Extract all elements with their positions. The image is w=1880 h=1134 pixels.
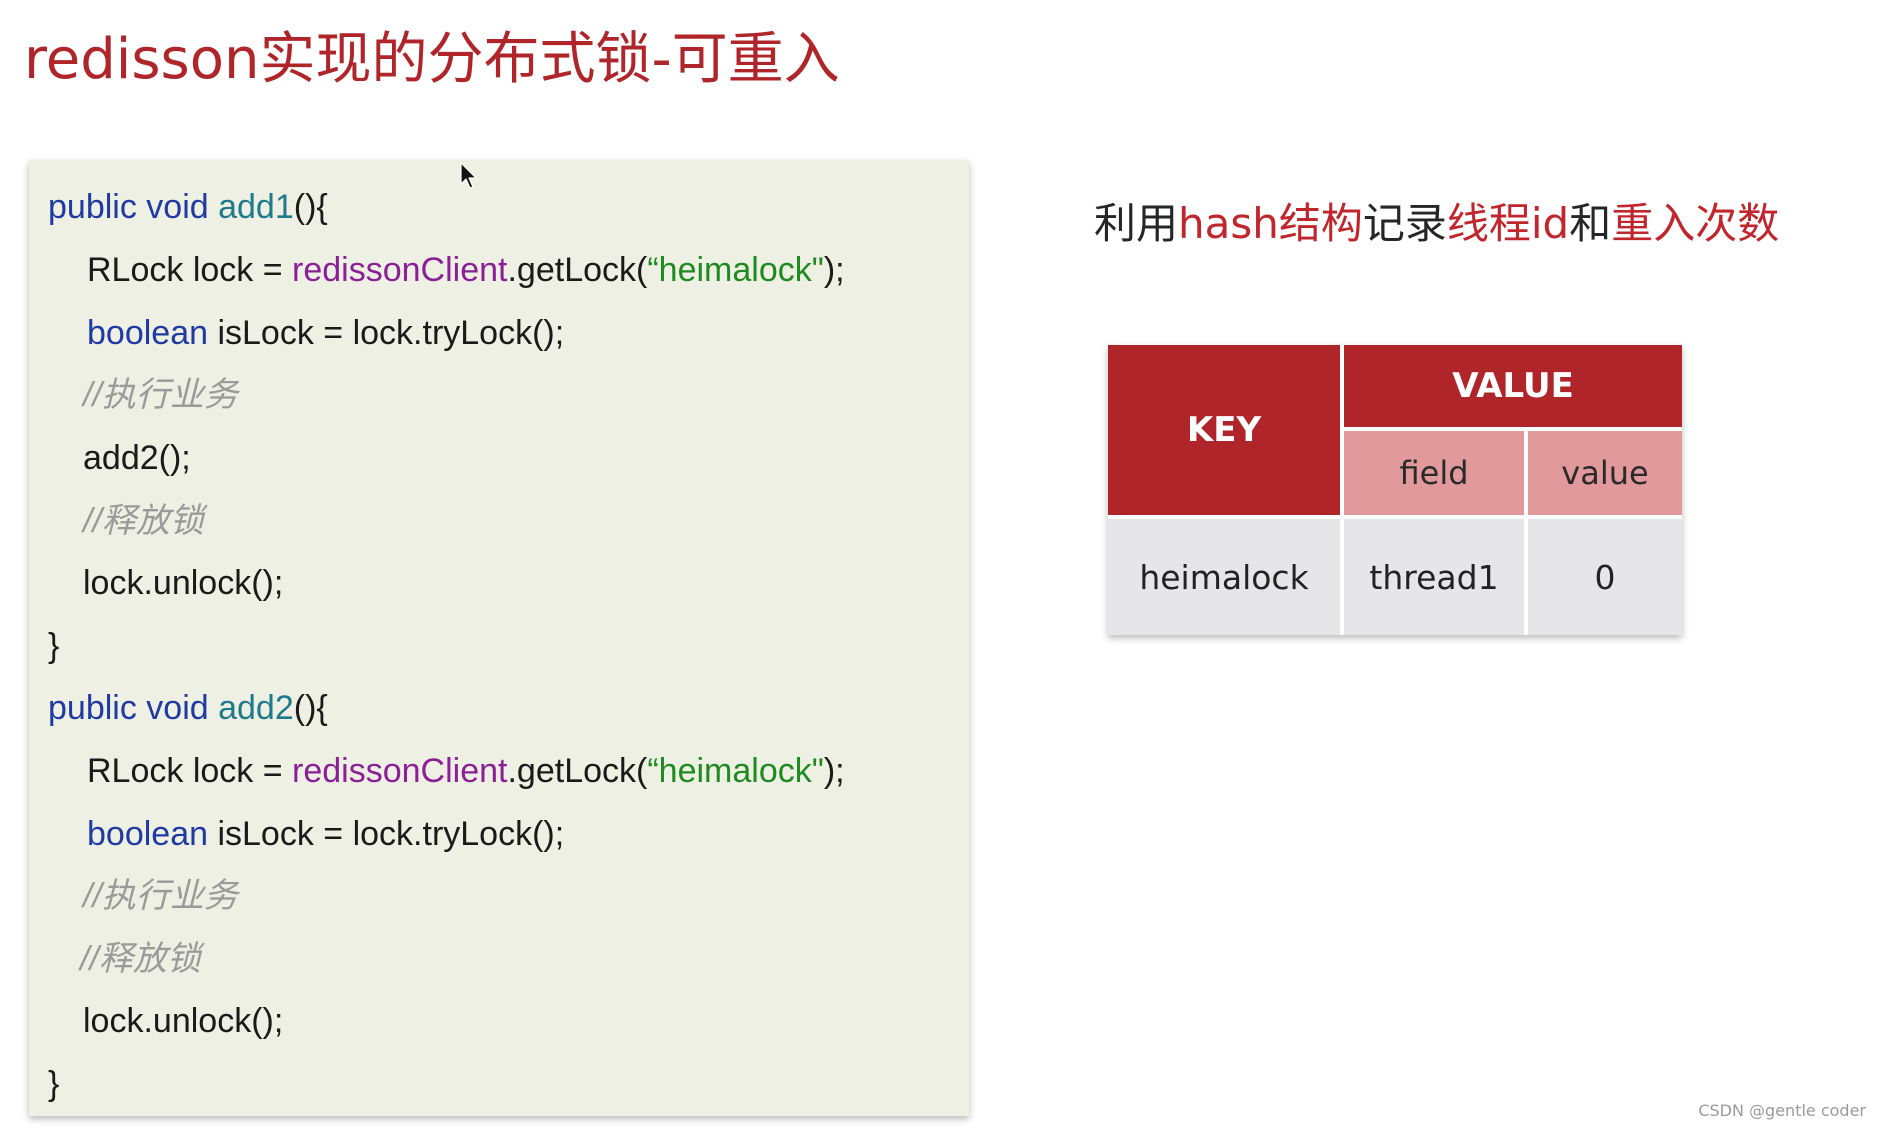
code-string: “heimalock": [647, 251, 824, 289]
code-text: isLock = lock.tryLock();: [208, 815, 565, 853]
mouse-pointer-icon: [460, 162, 477, 189]
code-keyword: public void: [48, 689, 209, 727]
code-line-add2-close: }: [48, 1065, 60, 1103]
subtitle-text: 记录: [1362, 199, 1447, 248]
code-line-add2-unlock: lock.unlock();: [83, 1002, 284, 1040]
code-comment-release: //释放锁: [80, 940, 201, 978]
code-text: );: [823, 752, 845, 790]
code-keyword: boolean: [87, 314, 209, 352]
table-cell-key: heimalock: [1108, 519, 1340, 635]
slide-title: redisson实现的分布式锁-可重入: [24, 27, 840, 92]
code-method-name: add2: [218, 689, 294, 727]
subtitle: 利用hash结构记录线程id和重入次数: [1094, 196, 1779, 252]
subtitle-highlight: 线程id: [1446, 199, 1570, 248]
table-subheader-field: field: [1344, 431, 1524, 515]
code-panel: public void add1(){ RLock lock = redisso…: [29, 160, 969, 1116]
code-line-add1-trylock: boolean isLock = lock.tryLock();: [87, 309, 564, 357]
subtitle-highlight: 重入次数: [1611, 199, 1780, 248]
code-field: redissonClient: [292, 251, 508, 289]
table-cell-value: 0: [1528, 519, 1682, 635]
hash-structure-table: KEY VALUE field value heimalock thread1 …: [1108, 345, 1682, 635]
code-line-add1-signature: public void add1(){: [48, 183, 328, 231]
table-header-key: KEY: [1108, 345, 1340, 515]
code-line-add1-getlock: RLock lock = redissonClient.getLock(“hei…: [87, 246, 845, 294]
code-line-add1-close: }: [48, 627, 60, 665]
code-line-add1-unlock: lock.unlock();: [83, 564, 284, 602]
code-line-add2-trylock: boolean isLock = lock.tryLock();: [87, 810, 564, 858]
code-keyword: public void: [48, 188, 209, 226]
code-text: isLock = lock.tryLock();: [208, 314, 565, 352]
code-string: “heimalock": [647, 752, 824, 790]
code-text: );: [823, 251, 845, 289]
table-subheader-value: value: [1528, 431, 1682, 515]
code-field: redissonClient: [292, 752, 508, 790]
subtitle-text: 和: [1569, 199, 1612, 248]
code-text: .getLock(: [507, 752, 648, 790]
code-text: .getLock(: [507, 251, 648, 289]
code-comment-release: //释放锁: [83, 502, 204, 540]
code-line-add2-getlock: RLock lock = redissonClient.getLock(“hei…: [87, 747, 845, 795]
subtitle-text: 利用: [1094, 199, 1179, 248]
code-text: RLock lock =: [87, 752, 293, 790]
code-text: (){: [293, 689, 328, 727]
code-line-add2-signature: public void add2(){: [48, 684, 328, 732]
code-text: (){: [293, 188, 328, 226]
code-line-call-add2: add2();: [83, 439, 191, 477]
code-comment-exec: //执行业务: [83, 877, 238, 915]
table-cell-field: thread1: [1344, 519, 1524, 635]
table-header-value: VALUE: [1344, 345, 1682, 427]
watermark: CSDN @gentle coder: [1698, 1101, 1866, 1120]
code-keyword: boolean: [87, 815, 209, 853]
code-text: RLock lock =: [87, 251, 293, 289]
subtitle-highlight: hash结构: [1178, 199, 1363, 248]
code-method-name: add1: [218, 188, 294, 226]
code-comment-exec: //执行业务: [83, 376, 238, 414]
